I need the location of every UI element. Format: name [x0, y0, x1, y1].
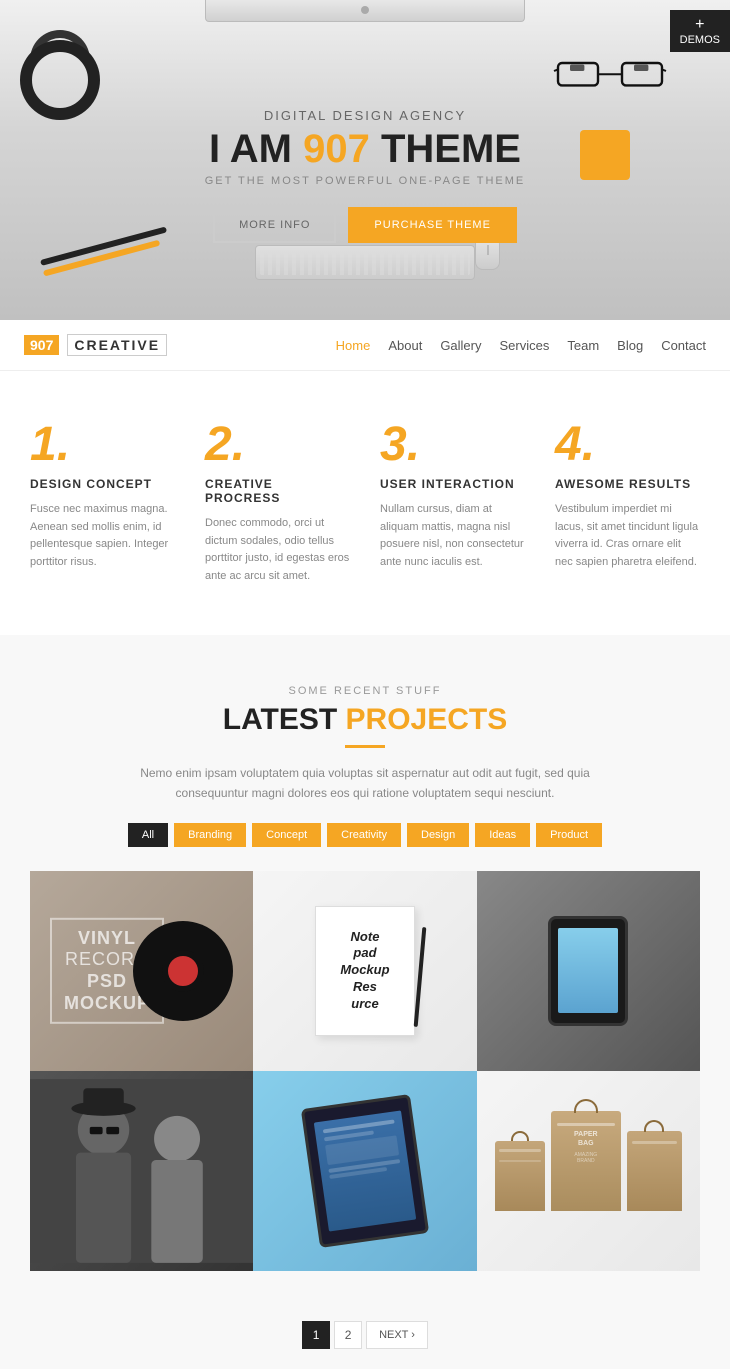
project-grid: VINYL RECORD PSD MOCKUP NotepadMockupRes…	[30, 871, 700, 1271]
logo-text: CREATIVE	[67, 334, 167, 356]
feature-2-num: 2.	[205, 421, 350, 469]
project-tablet[interactable]	[253, 1071, 476, 1271]
navbar: 907 CREATIVE Home About Gallery Services…	[0, 320, 730, 371]
headphones-decoration	[10, 30, 130, 150]
pagination: 1 2 NEXT ›	[0, 1301, 730, 1369]
cup-decoration	[580, 130, 630, 180]
filter-concept[interactable]: Concept	[252, 823, 321, 847]
demos-plus-icon: +	[680, 16, 720, 34]
glasses-decoration	[550, 55, 670, 100]
filter-design[interactable]: Design	[407, 823, 469, 847]
nav-home[interactable]: Home	[336, 338, 371, 353]
feature-1: 1. DESIGN CONCEPT Fusce nec maximus magn…	[30, 421, 175, 585]
filter-all[interactable]: All	[128, 823, 168, 847]
bag-large: PAPERBAG AMAZINGBRAND	[551, 1111, 621, 1211]
page-next-button[interactable]: NEXT ›	[366, 1321, 428, 1349]
nav-blog[interactable]: Blog	[617, 338, 643, 353]
project-notepad[interactable]: NotepadMockupResurce	[253, 871, 476, 1071]
hero-title-post: THEME	[370, 127, 521, 171]
project-ipad[interactable]	[477, 871, 700, 1071]
feature-4-num: 4.	[555, 421, 700, 469]
feature-3-desc: Nullam cursus, diam at aliquam mattis, m…	[380, 501, 525, 571]
nav-services[interactable]: Services	[500, 338, 550, 353]
feature-2-title: CREATIVE PROCRESS	[205, 477, 350, 505]
feature-3-title: USER INTERACTION	[380, 477, 525, 491]
feature-4: 4. AWESOME RESULTS Vestibulum imperdiet …	[555, 421, 700, 585]
nav-gallery[interactable]: Gallery	[440, 338, 481, 353]
demos-label: DEMOS	[680, 34, 720, 46]
projects-title-accent: PROJECTS	[346, 703, 508, 736]
filter-creativity[interactable]: Creativity	[327, 823, 401, 847]
projects-pre-label: SOME RECENT STUFF	[30, 685, 700, 697]
feature-2-desc: Donec commodo, orci ut dictum sodales, o…	[205, 515, 350, 585]
more-info-button[interactable]: MORE INFO	[213, 207, 336, 243]
monitor-decoration	[205, 0, 525, 22]
hero-subtitle: DIGITAL DESIGN AGENCY	[205, 108, 526, 123]
logo-number: 907	[24, 335, 59, 355]
project-vinyl[interactable]: VINYL RECORD PSD MOCKUP	[30, 871, 253, 1071]
nav-team[interactable]: Team	[567, 338, 599, 353]
projects-section: SOME RECENT STUFF LATEST PROJECTS Nemo e…	[0, 635, 730, 1300]
hero-title-accent: 907	[303, 127, 370, 171]
vinyl-record-icon	[133, 921, 233, 1021]
project-bags[interactable]: PAPERBAG AMAZINGBRAND	[477, 1071, 700, 1271]
logo[interactable]: 907 CREATIVE	[24, 334, 167, 356]
nav-links: Home About Gallery Services Team Blog Co…	[336, 338, 706, 353]
nav-contact[interactable]: Contact	[661, 338, 706, 353]
section-divider	[345, 745, 385, 748]
hero-buttons: MORE INFO PURCHASE THEME	[205, 207, 526, 243]
hero-tagline: GET THE MOST POWERFUL ONE-PAGE THEME	[205, 175, 526, 187]
feature-1-desc: Fusce nec maximus magna. Aenean sed moll…	[30, 501, 175, 571]
projects-title: LATEST PROJECTS	[30, 703, 700, 737]
purchase-button[interactable]: PURCHASE THEME	[348, 207, 516, 243]
projects-desc: Nemo enim ipsam voluptatem quia voluptas…	[105, 764, 625, 802]
feature-3: 3. USER INTERACTION Nullam cursus, diam …	[380, 421, 525, 585]
hero-section: + DEMOS DIGITAL DESIGN AGENCY I AM 907 T…	[0, 0, 730, 320]
feature-3-num: 3.	[380, 421, 525, 469]
feature-1-title: DESIGN CONCEPT	[30, 477, 175, 491]
feature-4-desc: Vestibulum imperdiet mi lacus, sit amet …	[555, 501, 700, 571]
pen-icon	[414, 927, 427, 1027]
feature-2: 2. CREATIVE PROCRESS Donec commodo, orci…	[205, 421, 350, 585]
filter-ideas[interactable]: Ideas	[475, 823, 530, 847]
project-couple[interactable]	[30, 1071, 253, 1271]
page-1-button[interactable]: 1	[302, 1321, 330, 1349]
page-2-button[interactable]: 2	[334, 1321, 362, 1349]
keyboard-decoration	[255, 245, 475, 280]
feature-4-title: AWESOME RESULTS	[555, 477, 700, 491]
filter-product[interactable]: Product	[536, 823, 602, 847]
projects-title-pre: LATEST	[223, 703, 346, 736]
hero-title-pre: I AM	[209, 127, 303, 171]
filter-buttons: All Branding Concept Creativity Design I…	[30, 823, 700, 847]
filter-branding[interactable]: Branding	[174, 823, 246, 847]
nav-about[interactable]: About	[388, 338, 422, 353]
hero-title: I AM 907 THEME	[205, 129, 526, 169]
demos-button[interactable]: + DEMOS	[670, 10, 730, 52]
features-section: 1. DESIGN CONCEPT Fusce nec maximus magn…	[0, 371, 730, 635]
couple-illustration	[30, 1071, 253, 1271]
feature-1-num: 1.	[30, 421, 175, 469]
bag-small	[495, 1141, 545, 1211]
hero-content: DIGITAL DESIGN AGENCY I AM 907 THEME GET…	[205, 78, 526, 243]
